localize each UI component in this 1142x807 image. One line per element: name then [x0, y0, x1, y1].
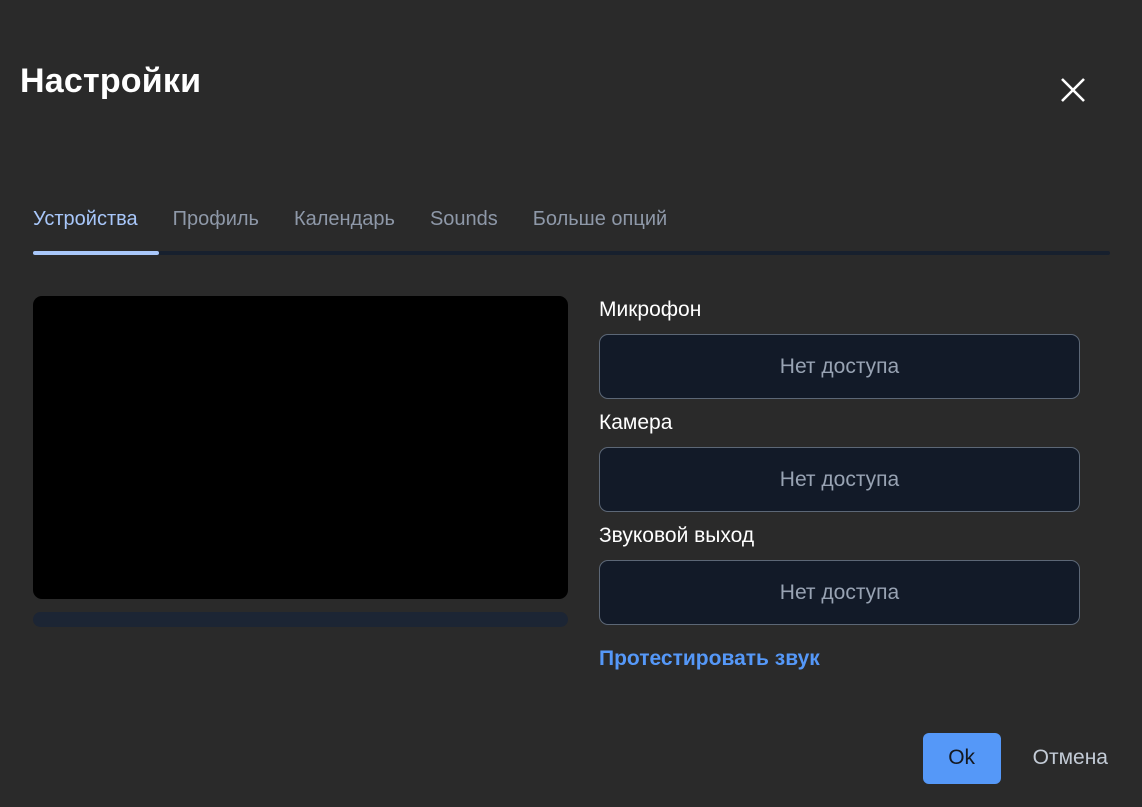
ok-button[interactable]: Ok [922, 732, 1001, 784]
microphone-label: Микрофон [599, 298, 702, 321]
test-sound-link[interactable]: Протестировать звук [599, 646, 820, 672]
close-button[interactable] [1050, 68, 1096, 112]
close-icon [1058, 75, 1088, 105]
page-title: Настройки [20, 62, 202, 100]
camera-select[interactable]: Нет доступа [599, 447, 1080, 512]
cancel-button[interactable]: Отмена [1031, 746, 1110, 770]
device-group-microphone: Микрофон Нет доступа [599, 296, 1080, 399]
tab-bar: Устройства Профиль Календарь Sounds Боль… [33, 206, 1110, 258]
preview-column [33, 296, 568, 627]
tab-active-indicator [33, 251, 159, 255]
microphone-select[interactable]: Нет доступа [599, 334, 1080, 399]
audio-output-label: Звуковой выход [599, 524, 755, 547]
tab-sounds[interactable]: Sounds [430, 206, 498, 232]
dialog-footer: Ok Отмена [0, 732, 1110, 784]
camera-label: Камера [599, 411, 673, 434]
tab-more-options[interactable]: Больше опций [533, 206, 667, 232]
dialog-header: Настройки [0, 0, 1142, 160]
tab-calendar[interactable]: Календарь [294, 206, 395, 232]
devices-column: Микрофон Нет доступа Камера Нет доступа … [599, 296, 1080, 672]
audio-output-select[interactable]: Нет доступа [599, 560, 1080, 625]
tab-profile[interactable]: Профиль [173, 206, 259, 232]
audio-level-meter [33, 612, 568, 627]
tab-divider [33, 251, 1110, 255]
camera-preview [33, 296, 568, 599]
device-group-audio-output: Звуковой выход Нет доступа [599, 522, 1080, 625]
tab-devices[interactable]: Устройства [33, 206, 138, 232]
device-group-camera: Камера Нет доступа [599, 409, 1080, 512]
